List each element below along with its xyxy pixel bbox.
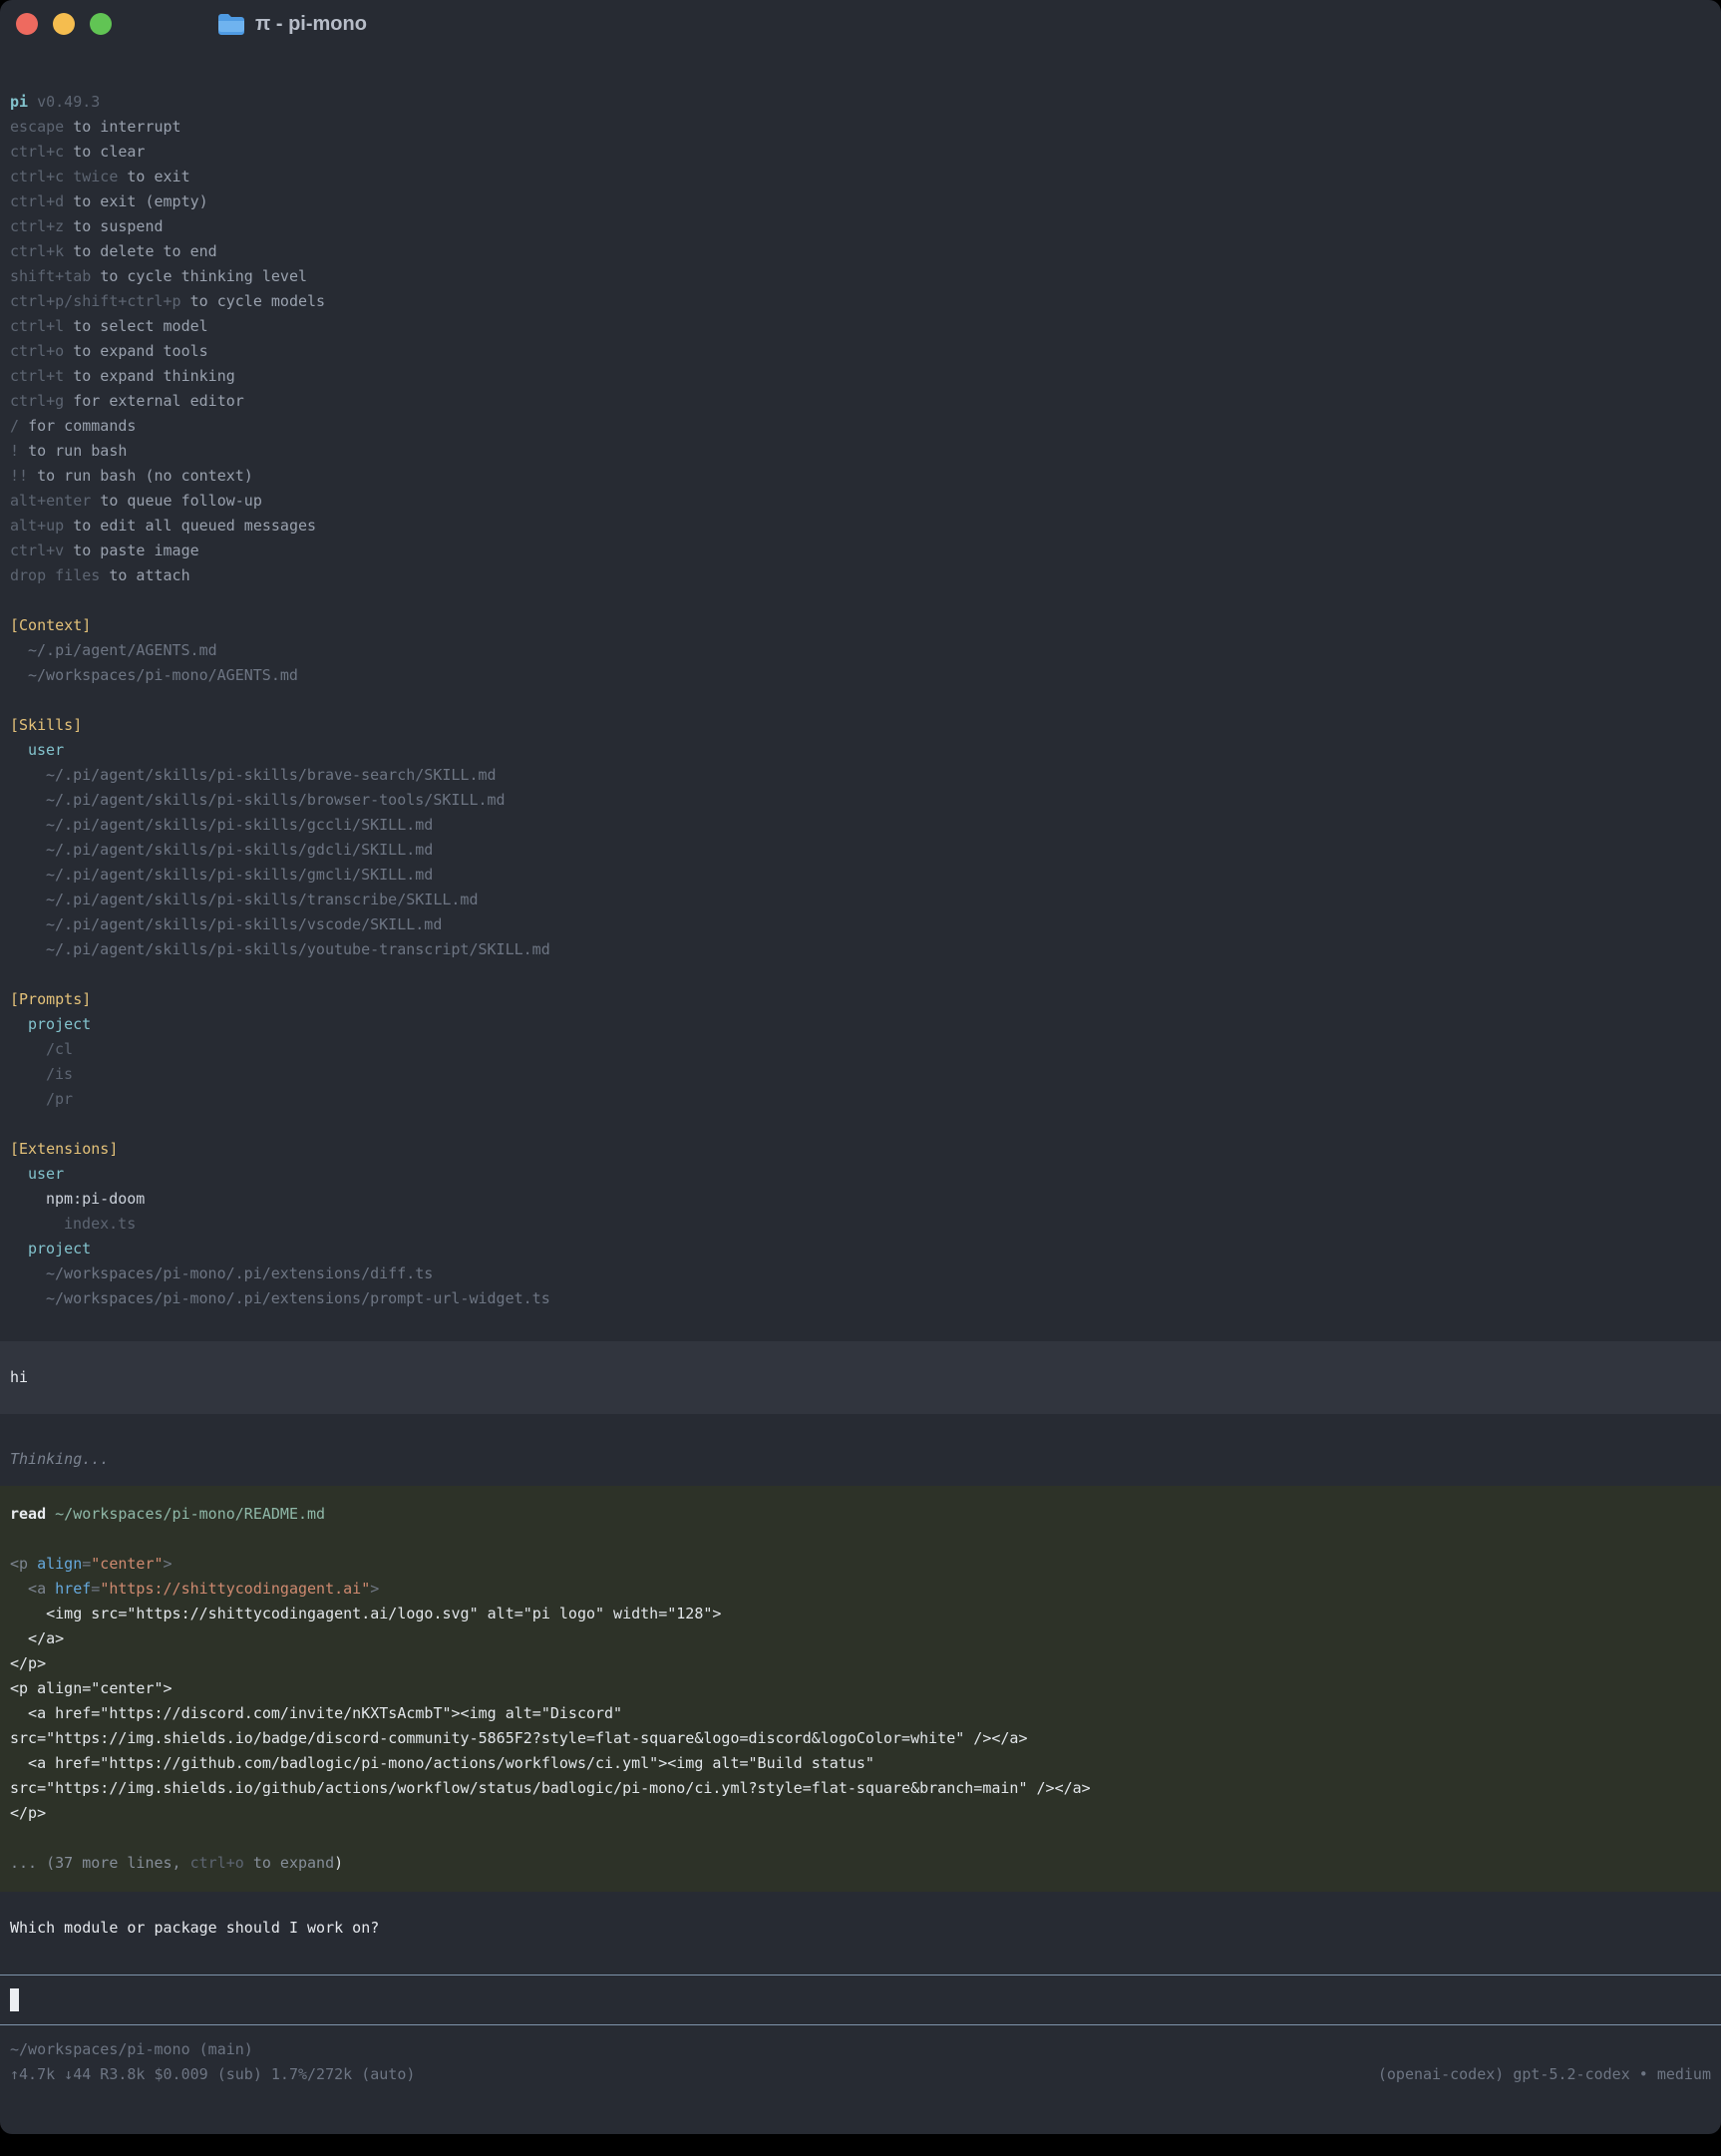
- prompt-command: /cl: [10, 1037, 1711, 1062]
- shortcut-help-line: ctrl+t to expand thinking: [10, 364, 1711, 389]
- truncation-shortcut: ctrl+o: [190, 1854, 244, 1872]
- shortcut-help-line: alt+enter to queue follow-up: [10, 489, 1711, 514]
- app-version-line: pi v0.49.3: [10, 90, 1711, 115]
- shortcut-help-line: ctrl+g for external editor: [10, 389, 1711, 414]
- skill-path: ~/.pi/agent/skills/pi-skills/brave-searc…: [10, 763, 1711, 788]
- text-cursor: [10, 1988, 19, 2011]
- token-usage-stats: ↑4.7k ↓44 R3.8k $0.009 (sub) 1.7%/272k (…: [10, 2062, 415, 2087]
- context-paths: ~/.pi/agent/AGENTS.md~/workspaces/pi-mon…: [10, 638, 1711, 688]
- code-line: <p align="center">: [10, 1552, 1711, 1577]
- folder-icon: [217, 13, 245, 36]
- code-line: <a href="https://github.com/badlogic/pi-…: [10, 1751, 1711, 1776]
- code-line: </a>: [10, 1626, 1711, 1651]
- usage-status-row: ↑4.7k ↓44 R3.8k $0.009 (sub) 1.7%/272k (…: [10, 2062, 1711, 2087]
- skill-paths: ~/.pi/agent/skills/pi-skills/brave-searc…: [10, 763, 1711, 962]
- tool-call-header: read ~/workspaces/pi-mono/README.md: [10, 1502, 1711, 1527]
- shortcut-help-line: ! to run bash: [10, 439, 1711, 464]
- window-titlebar[interactable]: π - pi-mono: [0, 0, 1721, 48]
- extensions-project-scope-label: project: [10, 1237, 1711, 1261]
- extension-npm-entry: index.ts: [10, 1212, 1711, 1237]
- user-message: hi: [0, 1341, 1721, 1414]
- shortcut-help-line: escape to interrupt: [10, 115, 1711, 140]
- code-line: src="https://img.shields.io/badge/discor…: [10, 1726, 1711, 1751]
- code-line: </p>: [10, 1651, 1711, 1676]
- shortcut-help-line: ctrl+d to exit (empty): [10, 189, 1711, 214]
- shortcuts-help: escape to interruptctrl+c to clearctrl+c…: [10, 115, 1711, 588]
- shortcut-help-line: ctrl+p/shift+ctrl+p to cycle models: [10, 289, 1711, 314]
- shortcut-help-line: ctrl+k to delete to end: [10, 239, 1711, 264]
- readme-code: <p align="center"> <a href="https://shit…: [10, 1552, 1711, 1826]
- model-indicator: (openai-codex) gpt-5.2-codex • medium: [1378, 2062, 1711, 2087]
- zoom-window-button[interactable]: [90, 13, 112, 35]
- code-line: <img src="https://shittycodingagent.ai/l…: [10, 1602, 1711, 1626]
- code-line: </p>: [10, 1801, 1711, 1826]
- user-message-text: hi: [10, 1365, 1711, 1390]
- truncation-suffix: to expand: [244, 1854, 334, 1872]
- shortcut-help-line: ctrl+c twice to exit: [10, 165, 1711, 189]
- app-version: v0.49.3: [37, 93, 100, 111]
- message-input[interactable]: [0, 1975, 1721, 2025]
- context-path: ~/.pi/agent/AGENTS.md: [10, 638, 1711, 663]
- tool-argument: ~/workspaces/pi-mono/README.md: [55, 1505, 325, 1523]
- extension-npm-package: npm:pi-doom: [10, 1187, 1711, 1212]
- code-line: src="https://img.shields.io/github/actio…: [10, 1776, 1711, 1801]
- close-window-button[interactable]: [16, 13, 38, 35]
- shortcut-help-line: ctrl+z to suspend: [10, 214, 1711, 239]
- prompt-command: /is: [10, 1062, 1711, 1087]
- terminal-output: pi v0.49.3 escape to interruptctrl+c to …: [0, 48, 1721, 2087]
- traffic-lights: [0, 13, 112, 35]
- context-section-header: [Context]: [10, 613, 1711, 638]
- code-line: <a href="https://discord.com/invite/nKXT…: [10, 1701, 1711, 1726]
- shortcut-help-line: alt+up to edit all queued messages: [10, 514, 1711, 539]
- code-line: <p align="center">: [10, 1676, 1711, 1701]
- extension-path: ~/workspaces/pi-mono/.pi/extensions/diff…: [10, 1261, 1711, 1286]
- truncation-prefix: ... (37 more lines,: [10, 1854, 190, 1872]
- skill-path: ~/.pi/agent/skills/pi-skills/gccli/SKILL…: [10, 813, 1711, 838]
- window-title-group: π - pi-mono: [217, 13, 367, 36]
- app-name: pi: [10, 93, 28, 111]
- tool-call-block: read ~/workspaces/pi-mono/README.md <p a…: [0, 1486, 1721, 1892]
- skill-path: ~/.pi/agent/skills/pi-skills/transcribe/…: [10, 888, 1711, 912]
- terminal-window: π - pi-mono pi v0.49.3 escape to interru…: [0, 0, 1721, 2134]
- extensions-user-scope-label: user: [10, 1162, 1711, 1187]
- prompts-scope-label: project: [10, 1012, 1711, 1037]
- status-bar: ~/workspaces/pi-mono (main) ↑4.7k ↓44 R3…: [10, 2037, 1711, 2087]
- assistant-message: Which module or package should I work on…: [10, 1916, 1711, 1941]
- skill-path: ~/.pi/agent/skills/pi-skills/browser-too…: [10, 788, 1711, 813]
- truncation-close: ): [334, 1854, 343, 1872]
- context-path: ~/workspaces/pi-mono/AGENTS.md: [10, 663, 1711, 688]
- skill-path: ~/.pi/agent/skills/pi-skills/youtube-tra…: [10, 937, 1711, 962]
- skill-path: ~/.pi/agent/skills/pi-skills/gdcli/SKILL…: [10, 838, 1711, 863]
- window-title: π - pi-mono: [255, 13, 367, 36]
- skills-section-header: [Skills]: [10, 713, 1711, 738]
- shortcut-help-line: ctrl+v to paste image: [10, 539, 1711, 563]
- skill-path: ~/.pi/agent/skills/pi-skills/gmcli/SKILL…: [10, 863, 1711, 888]
- shortcut-help-line: !! to run bash (no context): [10, 464, 1711, 489]
- truncation-notice: ... (37 more lines, ctrl+o to expand): [10, 1851, 1711, 1876]
- tool-name: read: [10, 1505, 46, 1523]
- code-line: <a href="https://shittycodingagent.ai">: [10, 1577, 1711, 1602]
- extension-path: ~/workspaces/pi-mono/.pi/extensions/prom…: [10, 1286, 1711, 1311]
- shortcut-help-line: ctrl+o to expand tools: [10, 339, 1711, 364]
- thinking-indicator: Thinking...: [10, 1447, 1711, 1472]
- prompt-command: /pr: [10, 1087, 1711, 1112]
- extension-paths: ~/workspaces/pi-mono/.pi/extensions/diff…: [10, 1261, 1711, 1311]
- cwd-branch-status: ~/workspaces/pi-mono (main): [10, 2037, 1711, 2062]
- prompts-section-header: [Prompts]: [10, 987, 1711, 1012]
- prompt-commands: /cl/is/pr: [10, 1037, 1711, 1112]
- shortcut-help-line: ctrl+l to select model: [10, 314, 1711, 339]
- minimize-window-button[interactable]: [53, 13, 75, 35]
- extensions-section-header: [Extensions]: [10, 1137, 1711, 1162]
- shortcut-help-line: shift+tab to cycle thinking level: [10, 264, 1711, 289]
- shortcut-help-line: / for commands: [10, 414, 1711, 439]
- shortcut-help-line: drop files to attach: [10, 563, 1711, 588]
- skill-path: ~/.pi/agent/skills/pi-skills/vscode/SKIL…: [10, 912, 1711, 937]
- shortcut-help-line: ctrl+c to clear: [10, 140, 1711, 165]
- skills-scope-label: user: [10, 738, 1711, 763]
